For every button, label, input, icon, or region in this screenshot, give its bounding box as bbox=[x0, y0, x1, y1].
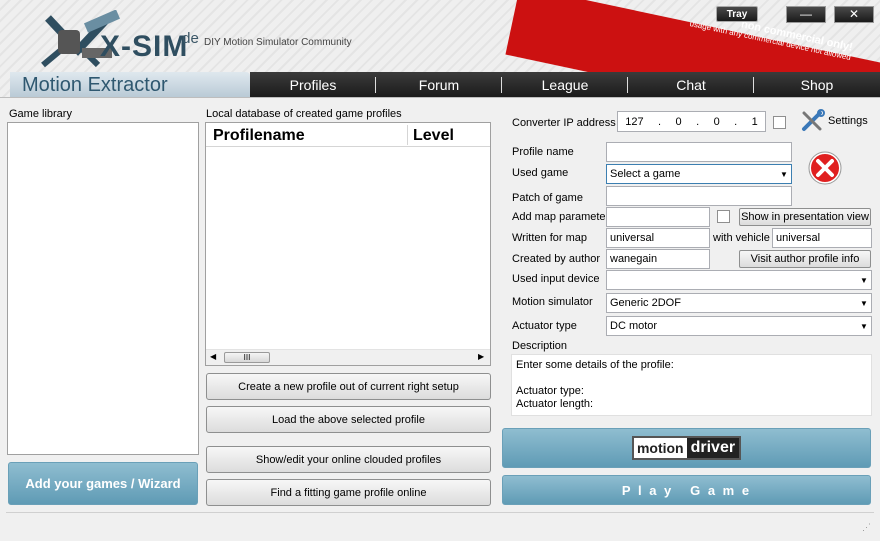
profile-db-label: Local database of created game profiles bbox=[206, 108, 402, 120]
driver-word: driver bbox=[690, 439, 736, 456]
motion-driver-logo: motion driver bbox=[631, 436, 742, 460]
logo-tagline: DIY Motion Simulator Community bbox=[204, 37, 352, 48]
logo-text: X-SIM bbox=[100, 30, 189, 63]
minimize-button[interactable]: — bbox=[786, 6, 826, 23]
profile-name-input[interactable] bbox=[606, 142, 792, 162]
chevron-down-icon: ▼ bbox=[860, 298, 868, 308]
nav-bar: Profiles Forum League Chat Shop bbox=[250, 72, 880, 97]
col-level[interactable]: Level bbox=[413, 127, 454, 145]
actuator-type-label: Actuator type bbox=[512, 320, 577, 332]
tab-forum[interactable]: Forum bbox=[376, 72, 502, 97]
column-divider bbox=[407, 125, 408, 145]
written-for-map-label: Written for map bbox=[512, 232, 587, 244]
author-input[interactable]: wanegain bbox=[606, 249, 710, 269]
profile-name-label: Profile name bbox=[512, 146, 574, 158]
tab-shop[interactable]: Shop bbox=[754, 72, 880, 97]
find-profile-online-button[interactable]: Find a fitting game profile online bbox=[206, 479, 491, 506]
close-window-button[interactable]: ✕ bbox=[834, 6, 874, 23]
motion-word: motion bbox=[633, 438, 687, 458]
delete-profile-icon[interactable] bbox=[808, 151, 842, 185]
tab-league[interactable]: League bbox=[502, 72, 628, 97]
tab-profiles[interactable]: Profiles bbox=[250, 72, 376, 97]
profile-table[interactable]: Profilename Level ◀ III ▶ bbox=[205, 122, 491, 366]
create-profile-button[interactable]: Create a new profile out of current righ… bbox=[206, 373, 491, 400]
table-header: Profilename Level bbox=[206, 123, 490, 147]
with-vehicle-label: with vehicle bbox=[713, 232, 770, 244]
used-game-value: Select a game bbox=[610, 168, 681, 180]
show-presentation-button[interactable]: Show in presentation view bbox=[739, 208, 871, 226]
chevron-down-icon: ▼ bbox=[860, 275, 868, 285]
game-library-list[interactable] bbox=[7, 122, 199, 455]
resize-grip-icon[interactable]: ⋰ bbox=[862, 522, 871, 533]
header: non commercial only! usage with any comm… bbox=[0, 0, 880, 98]
tab-chat[interactable]: Chat bbox=[628, 72, 754, 97]
motion-sim-value: Generic 2DOF bbox=[610, 297, 681, 309]
load-profile-button[interactable]: Load the above selected profile bbox=[206, 406, 491, 433]
patch-label: Patch of game bbox=[512, 192, 583, 204]
settings-label[interactable]: Settings bbox=[828, 115, 868, 127]
play-game-button[interactable]: P l a y G a m e bbox=[502, 475, 871, 505]
written-for-map-input[interactable]: universal bbox=[606, 228, 710, 248]
horizontal-scrollbar[interactable]: ◀ III ▶ bbox=[206, 349, 490, 365]
tray-button[interactable]: Tray bbox=[716, 6, 758, 22]
chevron-down-icon: ▼ bbox=[780, 169, 788, 179]
description-label: Description bbox=[512, 340, 568, 352]
logo-domain: .de bbox=[178, 30, 199, 47]
motion-sim-select[interactable]: Generic 2DOF ▼ bbox=[606, 293, 872, 313]
used-game-select[interactable]: Select a game ▼ bbox=[606, 164, 792, 184]
actuator-type-select[interactable]: DC motor ▼ bbox=[606, 316, 872, 336]
app-title: Motion Extractor bbox=[10, 72, 250, 97]
ip-checkbox[interactable] bbox=[773, 116, 786, 129]
add-games-wizard-button[interactable]: Add your games / Wizard bbox=[8, 462, 198, 505]
scroll-left-icon[interactable]: ◀ bbox=[210, 352, 216, 361]
ip-octet-2[interactable]: 0 bbox=[676, 116, 682, 128]
add-map-label: Add map parameter bbox=[512, 211, 610, 223]
motion-sim-label: Motion simulator bbox=[512, 296, 593, 308]
chevron-down-icon: ▼ bbox=[860, 321, 868, 331]
presentation-checkbox[interactable] bbox=[717, 210, 730, 223]
used-game-label: Used game bbox=[512, 167, 569, 179]
show-online-profiles-button[interactable]: Show/edit your online clouded profiles bbox=[206, 446, 491, 473]
ip-octet-3[interactable]: 0 bbox=[714, 116, 720, 128]
description-textarea[interactable]: Enter some details of the profile: Actua… bbox=[511, 354, 872, 416]
created-by-label: Created by author bbox=[512, 253, 601, 265]
input-device-select[interactable]: ▼ bbox=[606, 270, 872, 290]
scroll-thumb[interactable]: III bbox=[224, 352, 270, 363]
ip-dot: . bbox=[734, 115, 738, 128]
status-bar bbox=[6, 512, 874, 534]
ip-dot: . bbox=[658, 115, 662, 128]
ip-octet-1[interactable]: 127 bbox=[625, 116, 643, 128]
visit-author-button[interactable]: Visit author profile info bbox=[739, 250, 871, 268]
ip-address-field[interactable]: 127 . 0 . 0 . 1 bbox=[617, 111, 766, 132]
motion-driver-button[interactable]: motion driver bbox=[502, 428, 871, 468]
converter-ip-label: Converter IP address bbox=[512, 117, 616, 129]
actuator-type-value: DC motor bbox=[610, 320, 658, 332]
scroll-right-icon[interactable]: ▶ bbox=[478, 352, 484, 361]
ip-dot: . bbox=[696, 115, 700, 128]
ip-octet-4[interactable]: 1 bbox=[752, 116, 758, 128]
game-library-label: Game library bbox=[9, 108, 72, 120]
patch-input[interactable] bbox=[606, 186, 792, 206]
vehicle-input[interactable]: universal bbox=[772, 228, 872, 248]
col-profilename[interactable]: Profilename bbox=[213, 127, 305, 145]
add-map-input[interactable] bbox=[606, 207, 710, 227]
input-device-label: Used input device bbox=[512, 273, 600, 285]
settings-tools-icon[interactable] bbox=[800, 109, 826, 133]
